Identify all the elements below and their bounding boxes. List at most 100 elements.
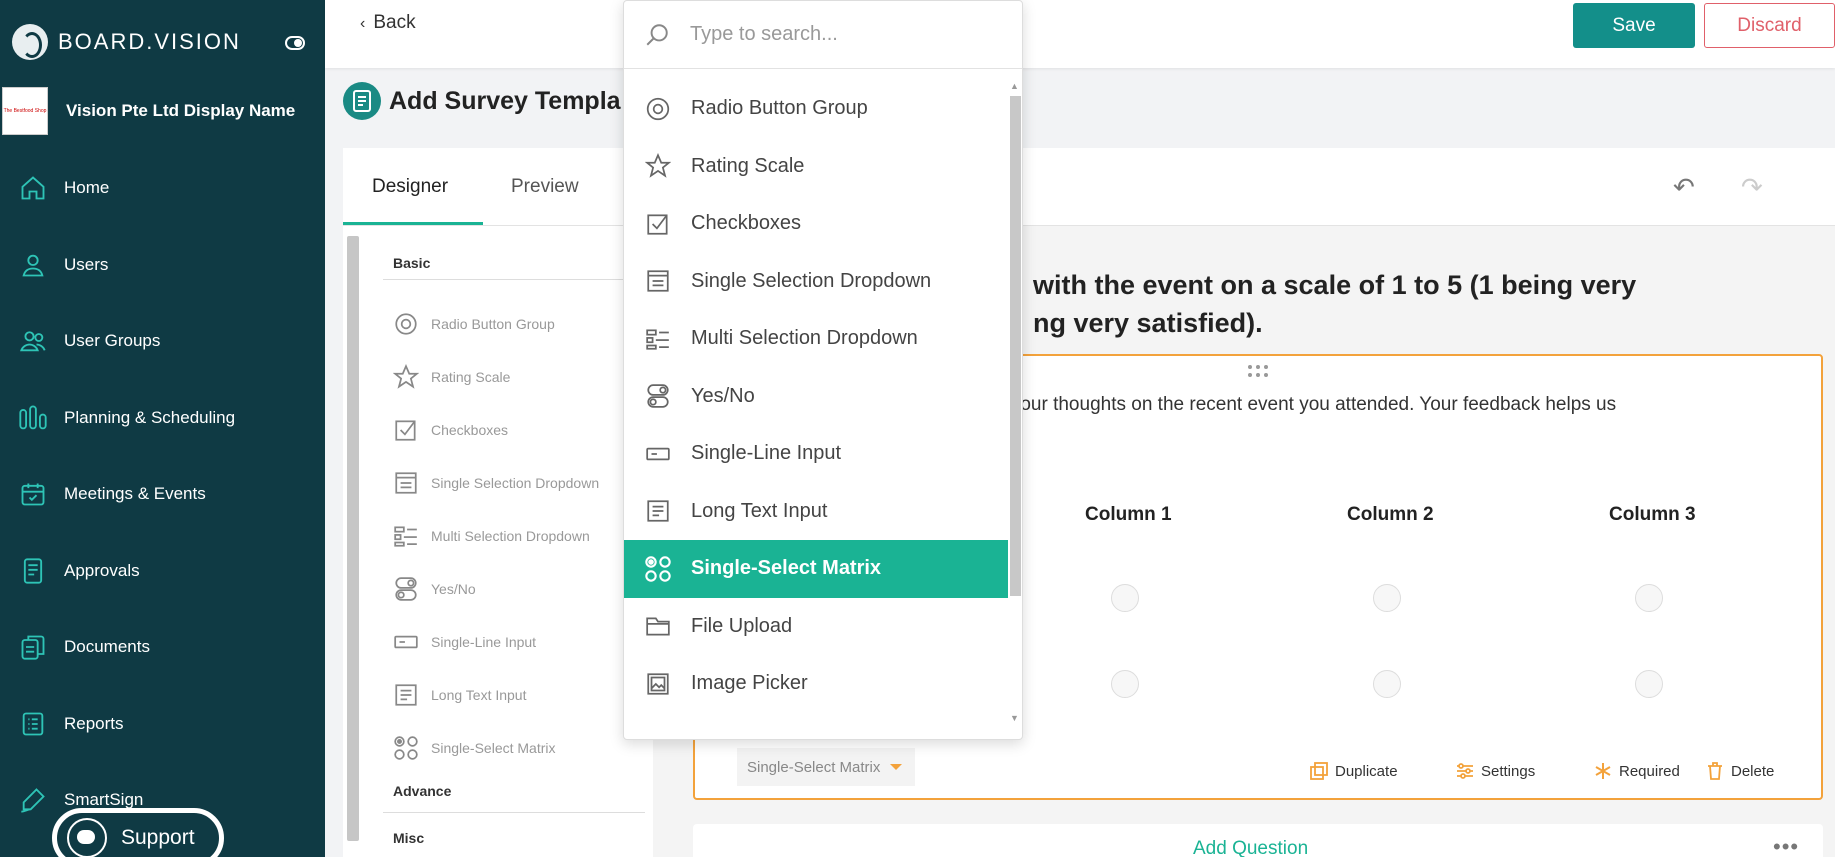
matrix-radio[interactable] [1111, 584, 1139, 612]
add-question-button[interactable]: Add Question [1193, 838, 1308, 857]
toolbox-item-label: Single-Select Matrix [431, 740, 556, 756]
toolbox-heading-basic: Basic [393, 255, 431, 271]
sidebar-item-home[interactable]: Home [0, 150, 325, 227]
toolbox-item-single-dropdown[interactable]: Single Selection Dropdown [393, 468, 599, 498]
sidebar-item-reports[interactable]: Reports [0, 686, 325, 763]
sidebar-item-meetings[interactable]: Meetings & Events [0, 456, 325, 533]
active-tab-indicator [343, 222, 483, 225]
settings-label: Settings [1481, 762, 1536, 780]
divider [383, 812, 645, 813]
duplicate-button[interactable]: Duplicate [1309, 761, 1398, 781]
editor-panel: Designer Preview ↶ ↷ Basic Radio Button … [343, 148, 1835, 857]
dropdown-item-multi-dropdown[interactable]: Multi Selection Dropdown [624, 310, 1008, 368]
dropdown-item-image-picker[interactable]: Image Picker [624, 655, 1008, 713]
save-button[interactable]: Save [1573, 3, 1695, 48]
matrix-column-header[interactable]: Column 3 [1609, 504, 1696, 526]
sidebar-nav: Home Users User Groups Planning & Schedu… [0, 150, 325, 839]
multi-dropdown-icon [644, 325, 672, 353]
matrix-radio[interactable] [1111, 670, 1139, 698]
dropdown-item-checkboxes[interactable]: Checkboxes [624, 195, 1008, 253]
duplicate-label: Duplicate [1335, 762, 1398, 780]
dropdown-item-file-upload[interactable]: File Upload [624, 598, 1008, 656]
undo-icon[interactable]: ↶ [1673, 172, 1695, 203]
question-type-dropdown: Type to search... Radio Button Group Rat… [623, 0, 1023, 740]
dropdown-item-radio[interactable]: Radio Button Group [624, 80, 1008, 138]
documents-icon [18, 632, 48, 662]
matrix-radio[interactable] [1635, 670, 1663, 698]
dropdown-search[interactable]: Type to search... [624, 1, 1022, 69]
editor-tabs: Designer Preview ↶ ↷ [343, 148, 1835, 226]
toolbox-item-checkboxes[interactable]: Checkboxes [393, 415, 508, 445]
matrix-column-header[interactable]: Column 2 [1347, 504, 1434, 526]
sidebar-item-documents[interactable]: Documents [0, 609, 325, 686]
radio-icon [395, 313, 417, 335]
pen-icon [18, 785, 48, 815]
dropdown-icon [395, 472, 417, 494]
required-toggle[interactable]: Required [1593, 761, 1680, 781]
discard-button[interactable]: Discard [1704, 3, 1835, 48]
matrix-radio[interactable] [1373, 584, 1401, 612]
sidebar-item-label: Reports [64, 713, 124, 733]
question-type-selector[interactable]: Single-Select Matrix [737, 748, 915, 786]
dropdown-item-label: Single Selection Dropdown [691, 269, 932, 292]
dropdown-item-label: Long Text Input [691, 499, 828, 522]
dropdown-item-label: Single-Select Matrix [691, 557, 882, 580]
toolbox-item-yes-no[interactable]: Yes/No [393, 574, 476, 604]
tab-designer[interactable]: Designer [372, 176, 448, 198]
toolbox-item-single-line[interactable]: Single-Line Input [393, 627, 536, 657]
toolbox-item-matrix[interactable]: Single-Select Matrix [393, 733, 556, 763]
sidebar-item-approvals[interactable]: Approvals [0, 533, 325, 610]
redo-icon[interactable]: ↷ [1741, 172, 1763, 203]
organization[interactable]: The Bestfood Shop Vision Pte Ltd Display… [0, 86, 325, 136]
toolbox-item-rating[interactable]: Rating Scale [393, 362, 510, 392]
sidebar: BOARD.VISION The Bestfood Shop Vision Pt… [0, 0, 325, 857]
toggle-icon [395, 577, 417, 601]
users-icon [18, 326, 48, 356]
sidebar-item-user-groups[interactable]: User Groups [0, 303, 325, 380]
sidebar-item-planning[interactable]: Planning & Scheduling [0, 380, 325, 457]
dropdown-item-rating[interactable]: Rating Scale [624, 138, 1008, 196]
toolbox-item-multi-dropdown[interactable]: Multi Selection Dropdown [393, 521, 590, 551]
textarea-icon [395, 684, 417, 706]
scroll-up-icon[interactable]: ▲ [1010, 81, 1019, 91]
sidebar-item-label: User Groups [64, 331, 161, 351]
page-header: Add Survey Templa [343, 82, 621, 120]
support-button[interactable]: Support [52, 808, 224, 857]
dropdown-scrollbar[interactable] [1010, 96, 1021, 596]
dropdown-item-long-text[interactable]: Long Text Input [624, 483, 1008, 541]
scroll-down-icon[interactable]: ▼ [1010, 713, 1019, 723]
dropdown-item-label: Rating Scale [691, 154, 805, 177]
dropdown-item-single-line[interactable]: Single-Line Input [624, 425, 1008, 483]
tab-preview[interactable]: Preview [511, 176, 579, 198]
sidebar-toggle-icon[interactable] [285, 36, 305, 50]
brand[interactable]: BOARD.VISION [12, 22, 241, 62]
toolbox-scrollbar[interactable] [347, 236, 359, 841]
duplicate-icon [1310, 762, 1328, 780]
settings-button[interactable]: Settings [1455, 761, 1535, 781]
drag-handle-icon[interactable] [1247, 364, 1269, 378]
sidebar-item-users[interactable]: Users [0, 227, 325, 304]
back-button[interactable]: ‹ Back [360, 12, 416, 34]
toolbox-item-long-text[interactable]: Long Text Input [393, 680, 526, 710]
dropdown-item-label: Checkboxes [691, 212, 802, 235]
question-description[interactable]: e your thoughts on the recent event you … [995, 394, 1616, 416]
dropdown-item-yes-no[interactable]: Yes/No [624, 368, 1008, 426]
dropdown-item-single-dropdown[interactable]: Single Selection Dropdown [624, 253, 1008, 311]
textarea-icon [644, 497, 672, 525]
dropdown-item-matrix[interactable]: Single-Select Matrix [624, 540, 1008, 598]
more-options-icon[interactable]: ••• [1773, 834, 1799, 857]
asterisk-icon [1595, 763, 1611, 779]
toolbox-item-radio[interactable]: Radio Button Group [393, 309, 555, 339]
sidebar-item-label: Approvals [64, 560, 140, 580]
delete-button[interactable]: Delete [1705, 761, 1774, 781]
matrix-radio[interactable] [1373, 670, 1401, 698]
matrix-radio[interactable] [1635, 584, 1663, 612]
survey-doc-icon [343, 82, 381, 120]
toolbox-item-label: Long Text Input [431, 687, 527, 703]
multi-dropdown-icon [394, 526, 417, 547]
matrix-icon [394, 736, 418, 760]
radio-icon [644, 95, 672, 123]
matrix-column-header[interactable]: Column 1 [1085, 504, 1172, 526]
toolbox-heading-advance[interactable]: Advance [393, 783, 451, 799]
toolbox-heading-misc[interactable]: Misc [393, 830, 424, 846]
